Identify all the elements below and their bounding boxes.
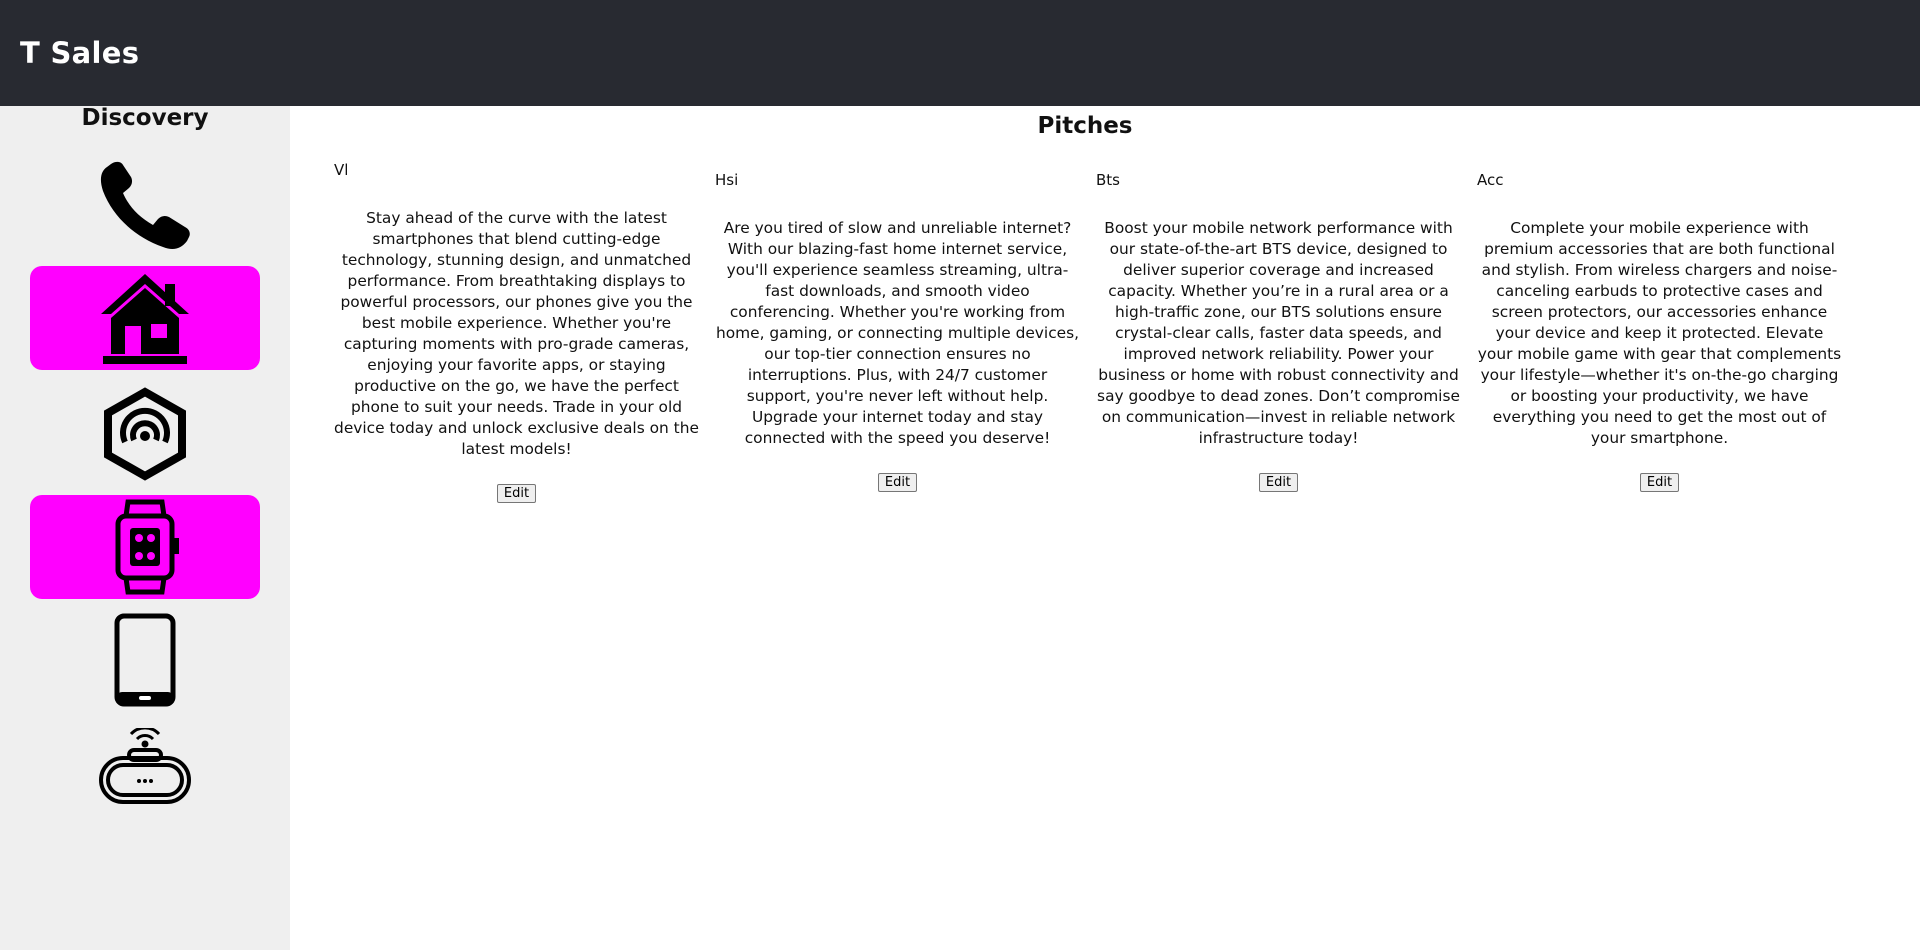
tablet-icon bbox=[114, 613, 176, 707]
sidebar-item-network[interactable] bbox=[30, 382, 260, 486]
pitch-card-name: Acc bbox=[1477, 171, 1504, 189]
pitch-card-text: Boost your mobile network performance wi… bbox=[1097, 219, 1460, 447]
edit-button[interactable]: Edit bbox=[877, 473, 918, 492]
sidebar-item-router[interactable] bbox=[30, 716, 260, 820]
edit-button[interactable]: Edit bbox=[496, 484, 537, 503]
pitch-card-name: Bts bbox=[1096, 171, 1120, 189]
pitch-card-name: Hsi bbox=[715, 171, 739, 189]
app-title: T Sales bbox=[20, 36, 140, 70]
edit-button[interactable]: Edit bbox=[1258, 473, 1299, 492]
edit-button[interactable]: Edit bbox=[1639, 473, 1680, 492]
pitch-card-text: Stay ahead of the curve with the latest … bbox=[334, 209, 699, 458]
sidebar: Discovery bbox=[0, 106, 290, 950]
pitch-card-bts: Bts Boost your mobile network performanc… bbox=[1096, 170, 1461, 492]
pitch-card-text: Complete your mobile experience with pre… bbox=[1477, 219, 1842, 447]
smartwatch-icon bbox=[115, 499, 179, 595]
top-bar: T Sales bbox=[0, 0, 1920, 106]
sidebar-item-watch[interactable] bbox=[30, 495, 260, 599]
sidebar-item-home[interactable] bbox=[30, 266, 260, 370]
pitch-card-hsi: Hsi Are you tired of slow and unreliable… bbox=[715, 170, 1080, 492]
network-hexagon-icon bbox=[104, 387, 186, 481]
phone-icon bbox=[100, 161, 190, 249]
page-title: Pitches bbox=[1037, 113, 1133, 139]
pitch-card-name: Vl bbox=[334, 161, 349, 179]
pitch-card-acc: Acc Complete your mobile experience with… bbox=[1477, 170, 1842, 492]
router-icon bbox=[99, 728, 191, 804]
main-content: Pitches Vl Stay ahead of the curve with … bbox=[290, 106, 1920, 950]
pitch-card-vl: Vl Stay ahead of the curve with the late… bbox=[334, 160, 699, 503]
sidebar-item-tablet[interactable] bbox=[30, 608, 260, 712]
sidebar-title: Discovery bbox=[81, 105, 209, 131]
pitch-card-text: Are you tired of slow and unreliable int… bbox=[715, 219, 1080, 447]
sidebar-item-phone[interactable] bbox=[30, 154, 260, 258]
home-icon bbox=[101, 274, 189, 364]
